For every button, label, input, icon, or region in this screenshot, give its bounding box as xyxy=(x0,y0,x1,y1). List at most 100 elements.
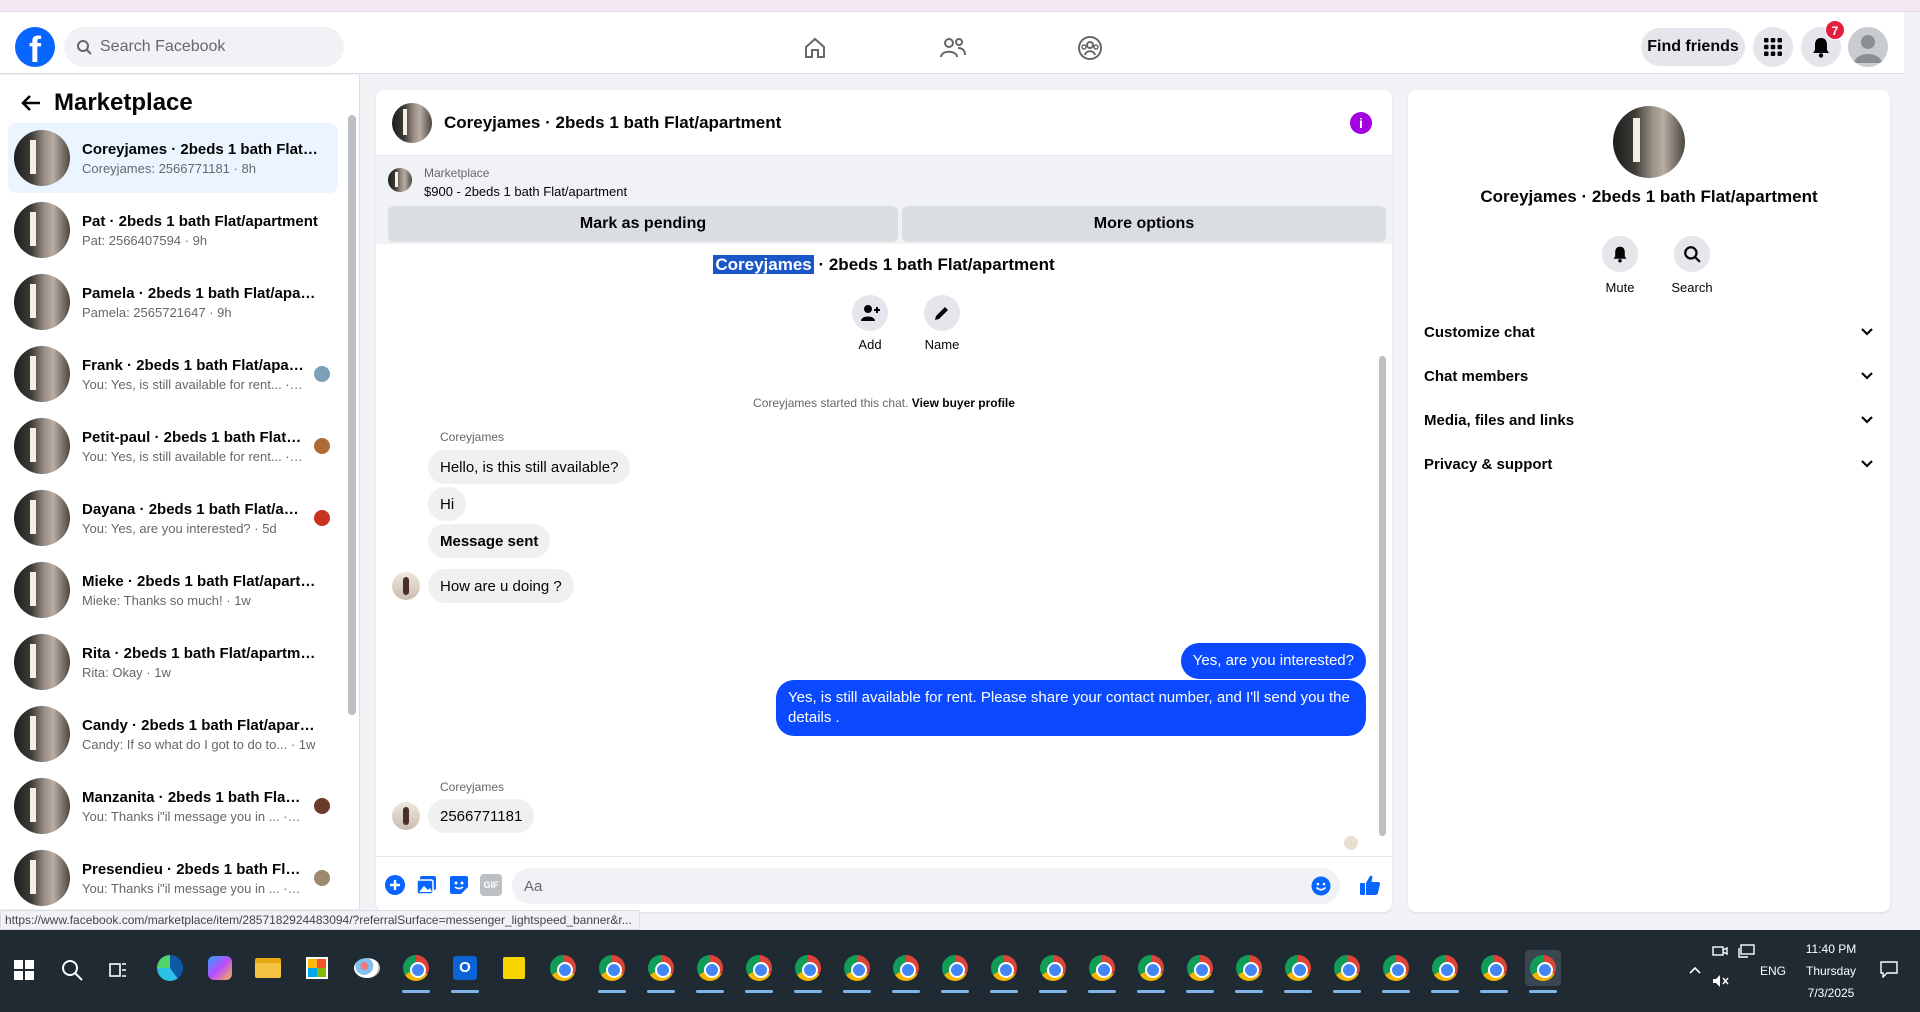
conversation-item[interactable]: Mieke · 2beds 1 bath Flat/apartment Mieke… xyxy=(8,555,338,625)
sticky-notes-app[interactable] xyxy=(496,950,532,986)
conversation-item[interactable]: Presendieu · 2beds 1 bath Flat/apartment… xyxy=(8,843,338,909)
conversation-item[interactable]: Petit-paul · 2beds 1 bath Flat/apartment… xyxy=(8,411,338,481)
search-input[interactable] xyxy=(100,38,320,56)
view-buyer-profile-link[interactable]: View buyer profile xyxy=(912,396,1015,410)
customize-chat-section[interactable]: Customize chat xyxy=(1424,310,1874,354)
show-hidden-icons-button[interactable] xyxy=(1688,962,1702,980)
chrome-profile-app[interactable] xyxy=(1084,950,1120,986)
chrome-profile-app[interactable] xyxy=(937,950,973,986)
clock-date[interactable]: 7/3/2025 xyxy=(1800,986,1862,1000)
chrome-app[interactable] xyxy=(398,950,434,986)
chat-members-section[interactable]: Chat members xyxy=(1424,354,1874,398)
search-conversation-action[interactable]: Search xyxy=(1662,236,1722,295)
conversation-item[interactable]: Pamela · 2beds 1 bath Flat/apartment Pame… xyxy=(8,267,338,337)
name-chat-action[interactable]: Name xyxy=(912,295,972,352)
running-indicator xyxy=(745,990,773,993)
snipping-app[interactable] xyxy=(349,950,385,986)
chrome-profile-app[interactable] xyxy=(1231,950,1267,986)
listing-price-title[interactable]: $900 - 2beds 1 bath Flat/apartment xyxy=(424,184,627,199)
conversation-item[interactable]: Candy · 2beds 1 bath Flat/apartment Candy… xyxy=(8,699,338,769)
meet-now-button[interactable] xyxy=(1712,944,1728,963)
add-member-action[interactable]: Add xyxy=(840,295,900,352)
outgoing-message[interactable]: Yes, are you interested? xyxy=(1180,643,1366,679)
file-explorer-app[interactable] xyxy=(250,950,286,986)
incoming-message[interactable]: 2566771181 xyxy=(428,799,535,833)
chrome-profile-app[interactable] xyxy=(1378,950,1414,986)
sender-avatar[interactable] xyxy=(392,802,420,830)
friends-icon xyxy=(940,38,966,58)
incoming-message[interactable]: Message sent xyxy=(428,524,551,558)
running-indicator xyxy=(1235,990,1263,993)
privacy-support-section[interactable]: Privacy & support xyxy=(1424,442,1874,486)
chrome-profile-app[interactable] xyxy=(741,950,777,986)
conversation-item[interactable]: Rita · 2beds 1 bath Flat/apartment Rita: … xyxy=(8,627,338,697)
chrome-profile-app[interactable] xyxy=(1182,950,1218,986)
start-button[interactable] xyxy=(14,960,34,985)
friends-nav-button[interactable] xyxy=(931,26,975,70)
chrome-profile-app[interactable] xyxy=(594,950,630,986)
notification-center-button[interactable] xyxy=(1880,960,1898,983)
incoming-message[interactable]: Hello, is this still available? xyxy=(428,450,631,484)
conversation-item[interactable]: Manzanita · 2beds 1 bath Flat/apartment Y… xyxy=(8,771,338,841)
chrome-profile-app[interactable] xyxy=(790,950,826,986)
gif-button[interactable]: GIF xyxy=(480,874,502,896)
volume-button[interactable] xyxy=(1712,974,1730,993)
mark-as-pending-button[interactable]: Mark as pending xyxy=(388,206,898,242)
conversation-item[interactable]: Frank · 2beds 1 bath Flat/apartment You: … xyxy=(8,339,338,409)
outgoing-message[interactable]: Yes, is still available for rent. Please… xyxy=(776,680,1366,736)
sender-avatar[interactable] xyxy=(392,572,420,600)
attach-photo-button[interactable] xyxy=(416,874,438,896)
account-avatar[interactable] xyxy=(1848,27,1888,67)
facebook-logo-icon[interactable]: f xyxy=(15,27,55,67)
find-friends-button[interactable]: Find friends xyxy=(1641,28,1745,66)
chrome-profile-app[interactable] xyxy=(643,950,679,986)
chrome-profile-app[interactable] xyxy=(839,950,875,986)
back-arrow-icon[interactable] xyxy=(20,92,42,114)
info-icon[interactable]: i xyxy=(1350,112,1372,134)
incoming-message[interactable]: How are u doing ? xyxy=(428,569,574,603)
message-input[interactable] xyxy=(524,877,1284,895)
chat-profile-thumbnail[interactable] xyxy=(1613,106,1685,178)
sidebar-scrollbar[interactable] xyxy=(348,115,356,715)
home-nav-button[interactable] xyxy=(793,26,837,70)
search-box[interactable] xyxy=(64,27,344,67)
media-files-links-section[interactable]: Media, files and links xyxy=(1424,398,1874,442)
chrome-profile-app[interactable] xyxy=(1329,950,1365,986)
chrome-profile-app[interactable] xyxy=(986,950,1022,986)
outlook-app[interactable]: O xyxy=(447,950,483,986)
chrome-profile-app[interactable] xyxy=(1476,950,1512,986)
more-options-button[interactable]: More options xyxy=(902,206,1386,242)
chat-header-title[interactable]: Coreyjames · 2beds 1 bath Flat/apartment xyxy=(444,113,781,133)
language-indicator[interactable]: ENG xyxy=(1760,964,1786,978)
task-view-button[interactable] xyxy=(108,960,128,985)
chrome-profile-app[interactable] xyxy=(888,950,924,986)
more-actions-button[interactable] xyxy=(384,874,406,896)
clock-day[interactable]: Thursday xyxy=(1800,964,1862,978)
chrome-profile-app[interactable] xyxy=(1280,950,1316,986)
message-input-box[interactable] xyxy=(512,868,1340,904)
emoji-button[interactable] xyxy=(1311,876,1331,901)
edge-app[interactable] xyxy=(152,950,188,986)
conversation-item[interactable]: Pat · 2beds 1 bath Flat/apartment Pat: 25… xyxy=(8,195,338,265)
like-button[interactable] xyxy=(1358,873,1382,902)
store-app[interactable] xyxy=(299,950,335,986)
sticker-button[interactable] xyxy=(448,874,470,896)
groups-nav-button[interactable] xyxy=(1068,26,1112,70)
chrome-profile-app[interactable] xyxy=(692,950,728,986)
chrome-profile-app[interactable] xyxy=(1133,950,1169,986)
conversation-item[interactable]: Coreyjames · 2beds 1 bath Flat/apartment… xyxy=(8,123,338,193)
chrome-profile-app[interactable] xyxy=(1427,950,1463,986)
chat-header-thumbnail[interactable] xyxy=(392,102,432,143)
chrome-profile-app[interactable] xyxy=(1035,950,1071,986)
copilot-app[interactable] xyxy=(202,950,238,986)
conversation-item[interactable]: Dayana · 2beds 1 bath Flat/apartment You:… xyxy=(8,483,338,553)
chat-scrollbar[interactable] xyxy=(1379,356,1386,836)
chrome-app[interactable] xyxy=(545,950,581,986)
network-button[interactable] xyxy=(1738,944,1756,963)
mute-action[interactable]: Mute xyxy=(1590,236,1650,295)
chrome-profile-app-active[interactable] xyxy=(1525,950,1561,986)
incoming-message[interactable]: Hi xyxy=(428,487,467,521)
taskbar-search-button[interactable] xyxy=(60,958,84,987)
menu-grid-button[interactable] xyxy=(1753,27,1793,67)
clock-time[interactable]: 11:40 PM xyxy=(1800,942,1862,956)
